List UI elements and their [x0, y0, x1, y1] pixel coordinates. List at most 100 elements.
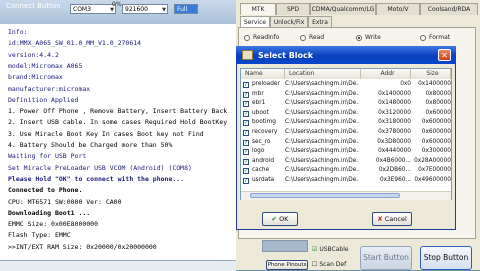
table-row[interactable]: ✓ bootimg C:\Users\sachingm.in\De... 0x3180…	[241, 118, 451, 128]
table-row[interactable]: ✓ preloader C:\Users\sachingm.in\De... 0x0 0…	[241, 80, 451, 90]
progress-percent: 0%	[112, 1, 122, 8]
port-value: COM3	[73, 6, 91, 13]
column-header-name[interactable]: Name	[241, 69, 285, 79]
tab-mtk[interactable]: MTK	[240, 3, 276, 15]
cell-name: mbr	[252, 90, 264, 97]
log-line: CPU: MT6571 SW:0000 Ver: CA00	[8, 197, 122, 206]
tab-unlock-fix[interactable]: Unlock/Fix	[270, 16, 308, 27]
radio-read[interactable]: Read	[300, 34, 324, 41]
cell-name: bootimg	[252, 119, 276, 126]
row-checkbox-icon[interactable]: ✓	[243, 82, 249, 88]
cancel-label: Cancel	[384, 215, 407, 223]
checkmark-icon: ✔	[271, 215, 277, 223]
cell-addr: 0x3780000	[378, 129, 411, 135]
row-checkbox-icon[interactable]: ✓	[243, 168, 249, 175]
table-row[interactable]: ✓ cache C:\Users\sachingm.in\De... 0x2DB60.…	[241, 166, 451, 176]
cell-size: 0x28A00000	[414, 157, 451, 164]
checkbox-checked-icon: ☑	[312, 246, 318, 253]
row-checkbox-icon[interactable]: ✓	[243, 139, 249, 146]
scrollbar-thumb[interactable]	[250, 193, 400, 198]
log-line: 2. Insert USB cable. In some cases Requi…	[8, 118, 228, 127]
cell-size: 0x600000	[421, 119, 451, 126]
start-button[interactable]: Start Button	[360, 246, 412, 270]
close-icon[interactable]: ✕	[438, 49, 451, 61]
table-row[interactable]: ✓ sec_ro C:\Users\sachingm.in\De... 0x3D800…	[241, 138, 451, 148]
row-checkbox-icon[interactable]: ✓	[243, 120, 249, 127]
radio-readinfo[interactable]: ReadInfo	[244, 34, 279, 41]
connect-label: Connect Button	[6, 2, 61, 10]
table-row[interactable]: ✓ logo C:\Users\sachingm.in\De... 0x4440000…	[241, 147, 451, 157]
cell-addr: 0x1480000	[378, 100, 411, 107]
cell-name: preloader	[252, 81, 280, 87]
log-line: 4. Battery Should be Charged more than 5…	[8, 141, 173, 149]
column-header-size[interactable]: Size	[411, 69, 451, 79]
cell-size: 0x600000	[421, 138, 451, 145]
tab-extra[interactable]: Extra	[308, 16, 332, 27]
row-checkbox-icon[interactable]: ✓	[243, 149, 249, 156]
cell-addr: 0x2DB60...	[378, 167, 411, 174]
top-tabs: MTK SPD CDMA/Qualcomm/LG Moto/V Coolsand…	[236, 3, 480, 16]
mode-value: Full	[177, 6, 188, 13]
usb-cable-label: USBCable	[319, 246, 349, 253]
cell-size: 0x7E00000	[418, 167, 451, 174]
cancel-button[interactable]: ✘ Cancel	[372, 212, 412, 226]
phone-pinouts-button[interactable]: Phone Pinouts	[266, 260, 308, 270]
cell-addr: 0x3E960...	[379, 177, 411, 183]
status-bar	[0, 260, 236, 271]
table-row[interactable]: ✓ uboot C:\Users\sachingm.in\De... 0x312000…	[241, 109, 451, 119]
log-line: 3. Use Miracle Boot Key In cases Boot ke…	[8, 129, 204, 138]
row-checkbox-icon[interactable]: ✓	[243, 101, 249, 108]
row-checkbox-icon[interactable]: ✓	[243, 91, 249, 98]
radio-icon	[300, 34, 306, 41]
cell-addr: 0x0	[400, 81, 411, 87]
column-header-addr[interactable]: Addr	[361, 69, 411, 79]
baud-select[interactable]: 921600 ▼	[122, 4, 168, 14]
cell-loc: C:\Users\sachingm.in\De...	[285, 157, 359, 164]
tab-spd[interactable]: SPD	[276, 3, 310, 15]
cell-loc: C:\Users\sachingm.in\De...	[285, 177, 359, 183]
tab-service[interactable]: Service	[240, 16, 270, 27]
cell-addr: 0x4440000	[378, 148, 411, 155]
tab-cdma[interactable]: CDMA/Qualcomm/LG	[310, 3, 376, 15]
tab-coolsand[interactable]: Coolsand/RDA	[420, 3, 478, 15]
cell-loc: C:\Users\sachingm.in\De...	[285, 148, 359, 155]
table-row[interactable]: ✓ usrdata C:\Users\sachingm.in\De... 0x3E96…	[241, 176, 451, 186]
log-line: Flash Type: EMMC	[8, 231, 71, 240]
cell-loc: C:\Users\sachingm.in\De...	[285, 81, 359, 87]
ok-button[interactable]: ✔ OK	[262, 212, 298, 226]
row-checkbox-icon[interactable]: ✓	[243, 158, 249, 165]
log-line: model:Micromax A065	[8, 61, 83, 70]
table-row[interactable]: ✓ ebr1 C:\Users\sachingm.in\De... 0x1480000…	[241, 99, 451, 109]
table-row[interactable]: ✓ mbr C:\Users\sachingm.in\De... 0x1400000 0…	[241, 90, 451, 100]
usb-cable-option[interactable]: ☑ USBCable	[312, 246, 349, 253]
cell-addr: 0x3D80000	[377, 138, 411, 145]
stop-button[interactable]: Stop Button	[420, 246, 472, 270]
second-tabs: Service Unlock/Fix Extra	[238, 16, 478, 27]
row-checkbox-icon[interactable]: ✓	[243, 130, 249, 136]
log-line: version:4.4.2	[8, 50, 59, 59]
radio-format[interactable]: Format	[420, 34, 450, 41]
cell-addr: 0x1400000	[378, 90, 411, 97]
cell-size: 0x300000	[421, 148, 451, 155]
log-line: Info:	[8, 28, 28, 36]
scan-def-option[interactable]: ☐ Scan Def	[312, 261, 346, 268]
log-line: id:MMX_A065_SW_01.0_MM_V1.0_270614	[8, 39, 142, 48]
column-header-location[interactable]: Location	[285, 69, 361, 79]
scan-def-label: Scan Def	[319, 261, 347, 268]
ok-label: OK	[279, 215, 289, 223]
cell-name: ebr1	[252, 100, 266, 107]
radio-write[interactable]: Write	[356, 34, 381, 41]
log-line: Definition Applied	[8, 95, 79, 104]
cell-size: 0x1400000	[418, 81, 451, 87]
table-row[interactable]: ✓ recovery C:\Users\sachingm.in\De... 0x378…	[241, 128, 451, 138]
tab-moto[interactable]: Moto/V	[376, 3, 420, 15]
port-select[interactable]: COM3 ▼	[70, 4, 116, 14]
cell-name: usrdata	[252, 177, 275, 183]
cell-loc: C:\Users\sachingm.in\De...	[285, 167, 359, 174]
mode-select[interactable]: Full	[174, 4, 198, 14]
table-row[interactable]: ✓ android C:\Users\sachingm.in\De... 0x4B60…	[241, 157, 451, 167]
row-checkbox-icon[interactable]: ✓	[243, 178, 249, 184]
log-line: 1. Power Off Phone , Remove Battery, Ins…	[8, 107, 228, 116]
row-checkbox-icon[interactable]: ✓	[243, 110, 249, 117]
cell-addr: 0x4B6000...	[375, 157, 411, 164]
